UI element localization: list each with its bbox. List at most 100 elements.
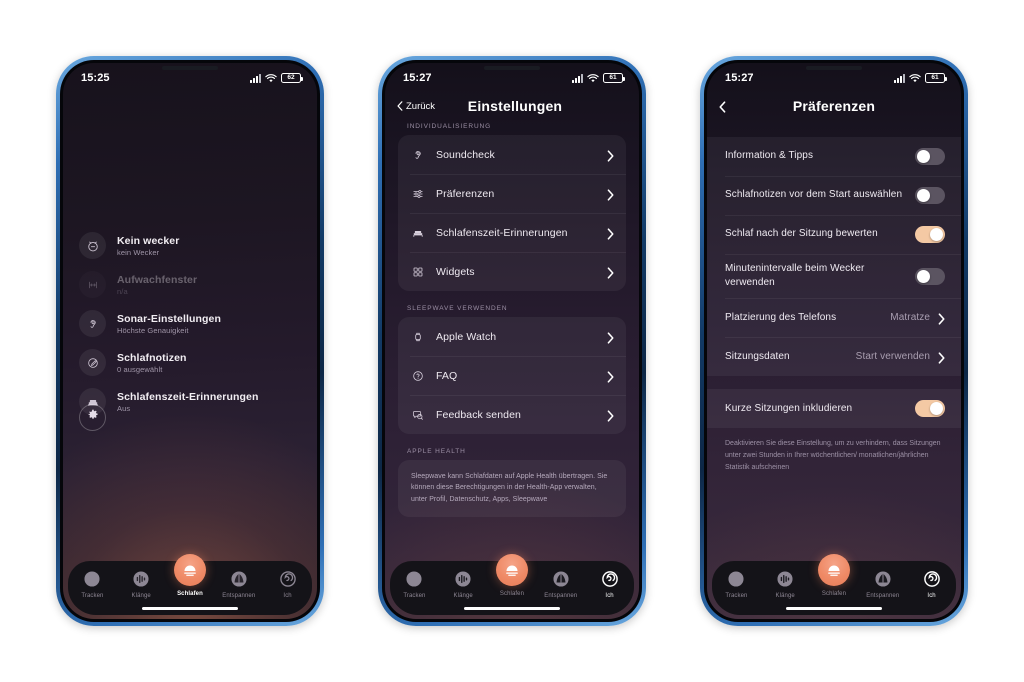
settings-card-sleepwave: Apple Watch FAQ Feedback senden [398,317,626,434]
toggle-minute-intervals-alarm[interactable] [915,267,945,285]
sunset-icon [173,554,206,586]
alarm-off-icon [79,232,106,259]
wifi-icon [909,73,921,83]
phone-settings: 15:27 61 Zurück Einstellungen INDIVIDUAL… [378,56,646,626]
list-item-title: Sonar-Einstellungen [117,312,221,325]
tab-schlafen[interactable]: Schlafen [812,554,856,597]
pref-session-data[interactable]: Sitzungsdaten Start verwenden [707,337,961,376]
widgets-grid-icon [410,265,426,279]
toggle-include-short-sessions[interactable] [915,400,945,418]
tab-tracken[interactable]: Tracken [714,568,758,599]
tab-entspannen[interactable]: Entspannen [217,568,261,599]
chevron-right-icon [607,331,614,344]
question-circle-icon [410,369,426,383]
list-item-sleep-notes[interactable]: Schlafnotizen 0 ausgewählt [79,349,301,376]
toggle-sleep-notes-before-start[interactable] [915,187,945,204]
navigation-bar: Präferenzen [707,89,961,123]
pref-phone-placement[interactable]: Platzierung des Telefons Matratze [707,298,961,337]
tab-label: Entspannen [544,593,578,599]
row-praeferenzen[interactable]: Präferenzen [398,174,626,213]
gear-icon [86,408,100,427]
pref-label: Minutenintervalle beim Wecker verwenden [725,263,865,289]
row-label: Apple Watch [436,330,497,343]
tab-klaenge[interactable]: Klänge [441,568,485,599]
list-item-subtitle: kein Wecker [117,247,160,257]
row-label: FAQ [436,369,458,382]
tab-label: Klänge [775,593,795,599]
back-button[interactable]: Zurück [397,101,435,112]
pref-value: Matratze [890,312,930,324]
list-item-title: Schlafnotizen [117,351,187,364]
pref-minute-intervals-alarm[interactable]: Minutenintervalle beim Wecker verwenden [707,254,961,298]
pref-sleep-notes-before-start[interactable]: Schlafnotizen vor dem Start auswählen [707,176,961,215]
phone-preferences: 15:27 61 Präferenzen Information & Tipps… [700,56,968,626]
sound-bars-icon [452,568,474,590]
preferences-screen: 15:27 61 Präferenzen Information & Tipps… [707,63,961,619]
pref-rate-sleep-after-session[interactable]: Schlaf nach der Sitzung bewerten [707,215,961,254]
home-indicator [786,606,882,610]
battery-level: 62 [287,73,295,81]
phone-home: 15:25 62 Kein wecker kein Wecker Aufwach… [56,56,324,626]
list-item-title: Aufwachfenster [117,273,198,286]
tab-schlafen[interactable]: Schlafen [490,554,534,597]
row-faq[interactable]: FAQ [398,356,626,395]
tab-tracken[interactable]: Tracken [70,568,114,599]
screenshot-stage: 15:25 62 Kein wecker kein Wecker Aufwach… [0,0,1024,682]
back-label: Zurück [406,100,436,112]
pencil-circle-icon [79,349,106,376]
settings-gear-button[interactable] [79,404,106,431]
alarm-settings-list: Kein wecker kein Wecker Aufwachfenster n… [63,232,317,427]
battery-icon: 62 [281,73,303,83]
cellular-signal-icon [250,73,261,83]
earpiece-speaker [484,66,540,70]
phone-bezel: 15:25 62 Kein wecker kein Wecker Aufwach… [60,60,320,622]
list-item-subtitle: 0 ausgewählt [117,364,163,374]
settings-content: INDIVIDUALISIERUNG Soundcheck Präferenze… [385,123,639,517]
section-header-sleepwave: SLEEPWAVE VERWENDEN [407,305,508,312]
tab-entspannen[interactable]: Entspannen [539,568,583,599]
row-bedtime-reminders[interactable]: Schlafenszeit-Erinnerungen [398,213,626,252]
pref-label: Sitzungsdaten [725,350,790,362]
tab-klaenge[interactable]: Klänge [119,568,163,599]
tab-tracken[interactable]: Tracken [392,568,436,599]
row-widgets[interactable]: Widgets [398,252,626,291]
chevron-right-icon [607,266,614,279]
tab-klaenge[interactable]: Klänge [763,568,807,599]
toggle-information-tipps[interactable] [915,148,945,165]
preferences-card: Information & Tipps Schlafnotizen vor de… [707,137,961,377]
sonar-ear-icon [79,310,106,337]
row-soundcheck[interactable]: Soundcheck [398,135,626,174]
list-item-subtitle: Aus [117,403,131,413]
row-apple-watch[interactable]: Apple Watch [398,317,626,356]
toggle-rate-sleep-after-session[interactable] [915,226,945,243]
pref-include-short-sessions[interactable]: Kurze Sitzungen inkludieren [707,389,961,428]
sliders-icon [410,187,426,201]
row-label: Widgets [436,265,475,278]
home-indicator [464,606,560,610]
sound-bars-icon [774,568,796,590]
tab-ich[interactable]: Ich [910,568,954,599]
row-label: Schlafenszeit-Erinnerungen [436,226,568,239]
list-item-wake-window[interactable]: Aufwachfenster n/a [79,271,301,298]
chat-bubble-icon [410,408,426,422]
tab-schlafen[interactable]: Schlafen [168,554,212,597]
list-item-alarm[interactable]: Kein wecker kein Wecker [79,232,301,259]
back-button[interactable] [719,101,728,113]
tab-label: Schlafen [821,591,847,597]
tab-ich[interactable]: Ich [266,568,310,599]
sound-bars-icon [130,568,152,590]
tab-ich[interactable]: Ich [588,568,632,599]
leaf-fan-icon [550,568,572,590]
pref-value: Start verwenden [855,351,930,363]
row-feedback[interactable]: Feedback senden [398,395,626,434]
list-item-bedtime-reminders[interactable]: Schlafenszeit-Erinnerungen Aus [79,388,301,415]
section-header-individualisierung: INDIVIDUALISIERUNG [407,123,492,130]
earpiece-speaker [162,66,218,70]
tab-entspannen[interactable]: Entspannen [861,568,905,599]
row-label: Feedback senden [436,408,521,421]
short-sessions-card: Kurze Sitzungen inkludieren [707,389,961,429]
section-header-apple-health: APPLE HEALTH [407,448,466,455]
pref-information-tipps[interactable]: Information & Tipps [707,137,961,176]
list-item-sonar-settings[interactable]: Sonar-Einstellungen Höchste Genauigkeit [79,310,301,337]
row-label: Präferenzen [436,187,495,200]
